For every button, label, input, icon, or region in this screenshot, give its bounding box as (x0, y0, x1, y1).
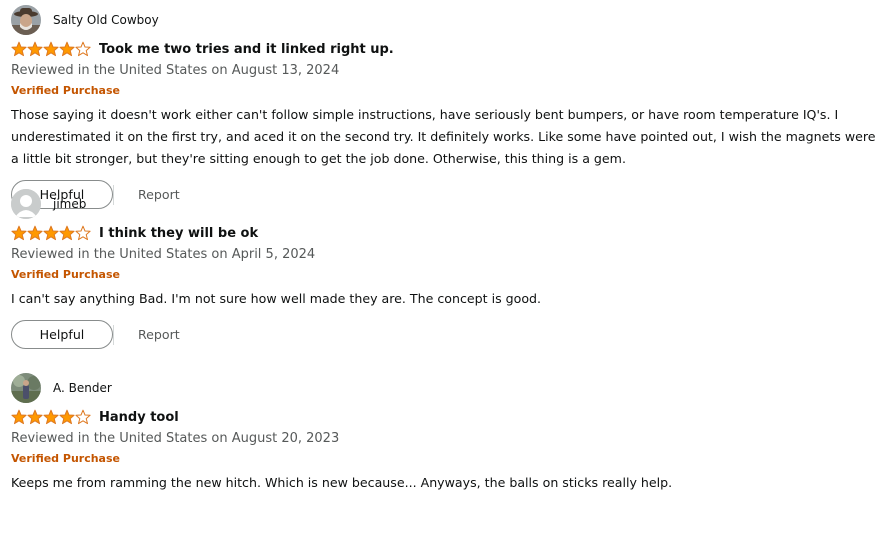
reviewer-name[interactable]: jimeb (53, 197, 86, 211)
helpful-button[interactable]: Helpful (11, 320, 113, 349)
star-empty-icon (75, 41, 91, 57)
star-rating[interactable] (11, 409, 91, 425)
star-filled-icon (11, 409, 27, 425)
report-link[interactable]: Report (138, 327, 180, 342)
review-heading: I think they will be ok (11, 223, 877, 243)
star-filled-icon (43, 409, 59, 425)
star-filled-icon (27, 225, 43, 241)
verified-purchase-badge: Verified Purchase (11, 84, 120, 97)
star-empty-icon (75, 225, 91, 241)
review-date: Reviewed in the United States on August … (11, 63, 340, 78)
avatar[interactable] (11, 373, 41, 403)
review-heading: Handy tool (11, 407, 877, 427)
reviewer-name[interactable]: Salty Old Cowboy (53, 13, 159, 27)
star-empty-icon (75, 409, 91, 425)
star-filled-icon (59, 225, 75, 241)
reviewer-name[interactable]: A. Bender (53, 381, 112, 395)
review-item: Salty Old Cowboy Took me two tries and i… (11, 5, 877, 209)
review-title[interactable]: Handy tool (99, 410, 179, 425)
review-date: Reviewed in the United States on August … (11, 431, 340, 446)
review-item: A. Bender Handy tool Reviewed in the Uni… (11, 373, 877, 558)
reviews-list: Salty Old Cowboy Took me two tries and i… (11, 5, 877, 558)
review-heading: Took me two tries and it linked right up… (11, 39, 877, 59)
reviewer-profile[interactable]: A. Bender (11, 373, 877, 403)
star-rating[interactable] (11, 225, 91, 241)
avatar[interactable] (11, 5, 41, 35)
divider (113, 324, 114, 345)
star-rating[interactable] (11, 41, 91, 57)
review-body: Keeps me from ramming the new hitch. Whi… (11, 475, 673, 490)
review-body: Those saying it doesn't work either can'… (11, 107, 876, 166)
reviewer-profile[interactable]: jimeb (11, 189, 877, 219)
star-filled-icon (43, 225, 59, 241)
star-filled-icon (59, 41, 75, 57)
star-filled-icon (27, 409, 43, 425)
review-title[interactable]: I think they will be ok (99, 226, 258, 241)
review-title[interactable]: Took me two tries and it linked right up… (99, 42, 394, 57)
avatar[interactable] (11, 189, 41, 219)
star-filled-icon (11, 225, 27, 241)
star-filled-icon (27, 41, 43, 57)
reviewer-profile[interactable]: Salty Old Cowboy (11, 5, 877, 35)
star-filled-icon (59, 409, 75, 425)
star-filled-icon (43, 41, 59, 57)
review-date: Reviewed in the United States on April 5… (11, 247, 316, 262)
verified-purchase-badge: Verified Purchase (11, 268, 120, 281)
review-body: I can't say anything Bad. I'm not sure h… (11, 291, 542, 306)
review-item: jimeb I think they will be ok Reviewed i… (11, 189, 877, 374)
verified-purchase-badge: Verified Purchase (11, 452, 120, 465)
star-filled-icon (11, 41, 27, 57)
review-actions: Helpful Report (11, 320, 877, 349)
